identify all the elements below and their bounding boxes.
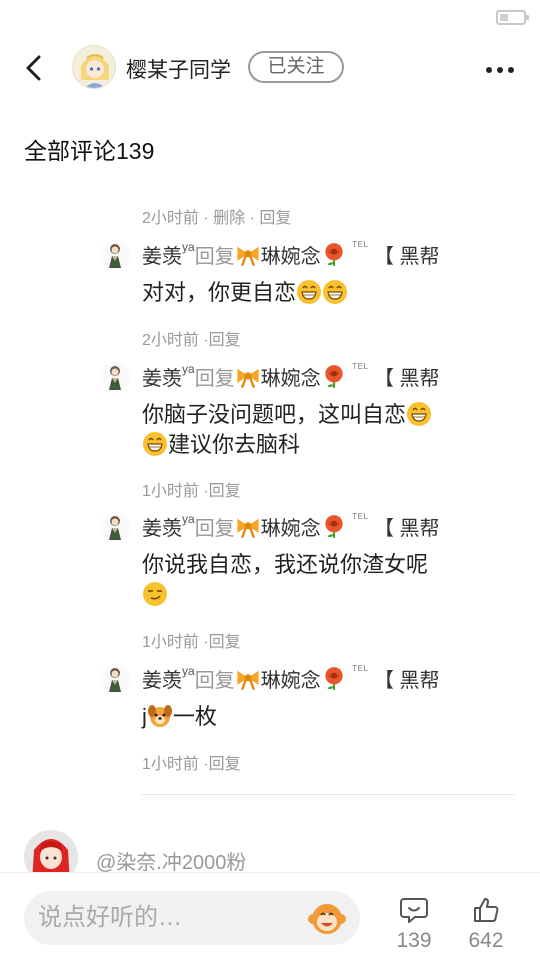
reply-target[interactable]: 琳婉念 [261,368,321,390]
smirk-emoji-icon [142,581,168,607]
reply-author[interactable]: 姜羡 [142,670,182,692]
tel-badge: TEL [352,512,369,521]
back-button[interactable] [20,52,50,84]
reply-text: j 一枚 [142,704,217,729]
bow-icon [235,517,260,539]
reply-author[interactable]: 姜羡 [142,368,182,390]
reply-target[interactable]: 琳婉念 [261,246,321,268]
rose-icon [323,364,344,389]
top-bar: 樱某子同学 已关注 [0,38,540,98]
avatar[interactable] [100,240,130,270]
bottom-bar: 说点好听的… 139 642 [0,872,540,960]
rose-icon [323,514,344,539]
username[interactable]: 樱某子同学 [126,54,231,84]
author-suffix: ya [182,240,195,254]
monkey-emoji-icon[interactable] [308,899,346,937]
reply-text: 你脑子没问题吧，这叫自恋 建议你去脑科 [142,400,482,460]
like-button[interactable]: 642 [456,895,516,953]
bow-icon [235,669,260,691]
comment-button[interactable]: 139 [384,895,444,953]
avatar[interactable] [72,45,116,89]
rose-icon [323,666,344,691]
divider [142,794,514,795]
avatar[interactable] [100,362,130,392]
reply-meta[interactable]: 1小时前 ·回复 [142,750,241,774]
thumbs-up-icon [474,898,499,922]
status-bar [0,0,540,36]
reply-verb: 回复 [194,246,235,268]
reply-tail: 【 黑帮 [373,518,440,540]
bow-icon [235,245,260,267]
reply-header: 姜羡ya回复 琳婉念 TEL 【 黑帮 [142,664,440,693]
like-count: 642 [468,929,504,952]
comment-meta[interactable]: 2小时前 · 删除 · 回复 [142,204,291,228]
rose-icon [323,242,344,267]
bow-icon [235,367,260,389]
reply-verb: 回复 [194,518,235,540]
reply-header: 姜羡ya回复 琳婉念 TEL 【 黑帮 [142,362,440,391]
author-suffix: ya [182,512,195,526]
reply-target[interactable]: 琳婉念 [261,518,321,540]
reply-header: 姜羡ya回复 琳婉念 TEL 【 黑帮 [142,240,440,269]
avatar[interactable] [100,664,130,694]
comment-input[interactable]: 说点好听的… [24,891,360,945]
grin-emoji-icon [296,279,322,305]
tel-badge: TEL [352,664,369,673]
reply-verb: 回复 [194,670,235,692]
reply-target[interactable]: 琳婉念 [261,670,321,692]
author-suffix: ya [182,362,195,376]
grin-emoji-icon [322,279,348,305]
reply-verb: 回复 [194,368,235,390]
grin-emoji-icon [406,401,432,427]
comment-input-placeholder: 说点好听的… [38,904,182,931]
reply-meta[interactable]: 1小时前 ·回复 [142,628,241,652]
grin-emoji-icon [142,431,168,457]
reply-text: 你说我自恋，我还说你渣女呢 [142,550,482,610]
comment-count: 139 [396,929,432,952]
reply-tail: 【 黑帮 [373,670,440,692]
reply-text: 对对，你更自恋 [142,278,482,308]
comment-author[interactable]: @染奈.冲2000粉 [96,846,246,875]
reply-tail: 【 黑帮 [373,368,440,390]
more-dots-icon[interactable] [486,60,520,74]
tel-badge: TEL [352,240,369,249]
avatar[interactable] [100,512,130,542]
follow-button[interactable]: 已关注 [248,51,344,83]
reply-author[interactable]: 姜羡 [142,246,182,268]
reply-author[interactable]: 姜羡 [142,518,182,540]
tel-badge: TEL [352,362,369,371]
reply-meta[interactable]: 1小时前 ·回复 [142,477,241,501]
reply-tail: 【 黑帮 [373,246,440,268]
comments-title: 全部评论139 [24,138,155,164]
dog-emoji-icon [147,705,172,727]
battery-icon [496,10,529,25]
back-arrow-icon [26,55,41,81]
reply-header: 姜羡ya回复 琳婉念 TEL 【 黑帮 [142,512,440,541]
reply-meta[interactable]: 2小时前 ·回复 [142,326,241,350]
author-suffix: ya [182,664,195,678]
comment-bubble-icon [400,898,428,923]
